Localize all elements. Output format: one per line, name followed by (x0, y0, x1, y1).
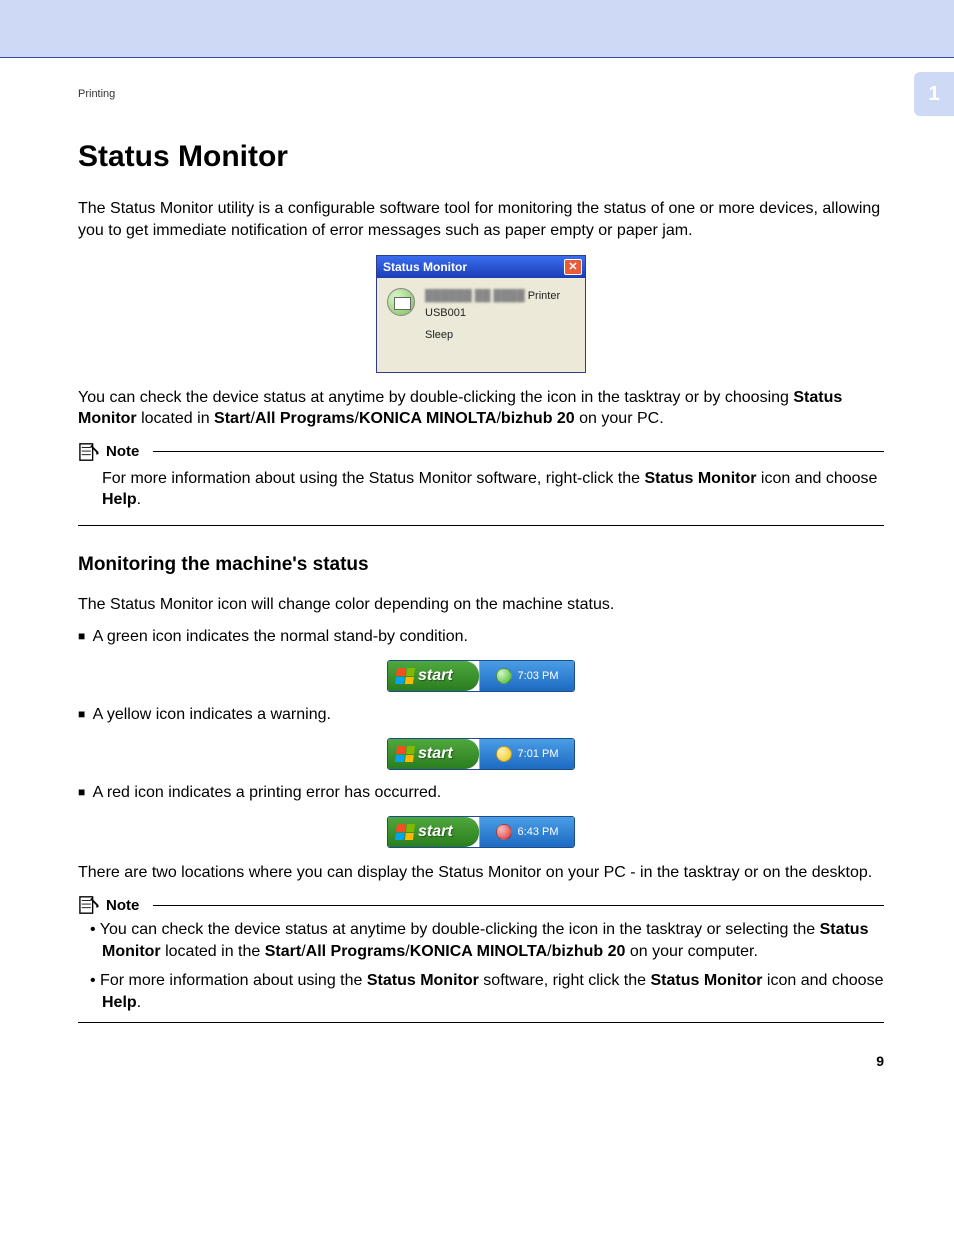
system-tray: 7:03 PM (479, 661, 574, 691)
tray-clock: 7:03 PM (518, 670, 559, 682)
body-paragraph-2: You can check the device status at anyti… (78, 387, 884, 430)
header-band (0, 0, 954, 57)
printer-status-text: Sleep (425, 327, 560, 344)
printer-port: USB001 (425, 305, 560, 322)
windows-logo-icon (395, 824, 415, 840)
start-label: start (418, 745, 453, 763)
taskbar-red: start 6:43 PM (387, 816, 575, 848)
system-tray: 7:01 PM (479, 739, 574, 769)
start-label: start (418, 823, 453, 841)
start-button[interactable]: start (388, 817, 479, 847)
status-tray-icon-red[interactable] (496, 824, 512, 840)
windows-logo-icon (395, 746, 415, 762)
note-2-item-1: You can check the device status at anyti… (78, 915, 884, 966)
note-icon (78, 442, 100, 462)
body-paragraph-3: There are two locations where you can di… (78, 862, 884, 884)
windows-logo-icon (395, 668, 415, 684)
status-tray-icon-yellow[interactable] (496, 746, 512, 762)
section-intro: The Status Monitor icon will change colo… (78, 594, 884, 616)
bullet-green: A green icon indicates the normal stand-… (78, 628, 884, 646)
intro-paragraph: The Status Monitor utility is a configur… (78, 198, 884, 241)
breadcrumb: Printing (78, 88, 884, 100)
system-tray: 6:43 PM (479, 817, 574, 847)
status-monitor-text: ██████ ██ ████ Printer USB001 Sleep (425, 288, 560, 344)
page-title: Status Monitor (78, 140, 884, 174)
tray-clock: 7:01 PM (518, 748, 559, 760)
section-heading: Monitoring the machine's status (78, 554, 884, 576)
start-label: start (418, 667, 453, 685)
status-monitor-window: Status Monitor ✕ ██████ ██ ████ Printer … (376, 255, 586, 373)
note-2-item-2: For more information about using the Sta… (78, 966, 884, 1017)
start-button[interactable]: start (388, 739, 479, 769)
note-icon (78, 895, 100, 915)
status-monitor-title: Status Monitor (383, 260, 467, 274)
note-label: Note (106, 897, 139, 914)
status-monitor-titlebar: Status Monitor ✕ (377, 256, 585, 278)
close-button[interactable]: ✕ (564, 259, 582, 275)
note-label: Note (106, 443, 139, 460)
chapter-tab: 1 (914, 72, 954, 116)
taskbar-green: start 7:03 PM (387, 660, 575, 692)
page-number: 9 (876, 1053, 884, 1069)
tray-clock: 6:43 PM (518, 826, 559, 838)
printer-status-icon (387, 288, 415, 316)
note-block-1: Note For more information about using th… (78, 442, 884, 526)
note-block-2: Note You can check the device status at … (78, 895, 884, 1022)
taskbar-yellow: start 7:01 PM (387, 738, 575, 770)
bullet-yellow: A yellow icon indicates a warning. (78, 706, 884, 724)
start-button[interactable]: start (388, 661, 479, 691)
status-tray-icon-green[interactable] (496, 668, 512, 684)
printer-name-suffix: Printer (528, 290, 560, 302)
bullet-red: A red icon indicates a printing error ha… (78, 784, 884, 802)
note-1-text: For more information about using the Sta… (78, 462, 884, 521)
page-content: 1 Printing Status Monitor The Status Mon… (0, 58, 954, 1081)
